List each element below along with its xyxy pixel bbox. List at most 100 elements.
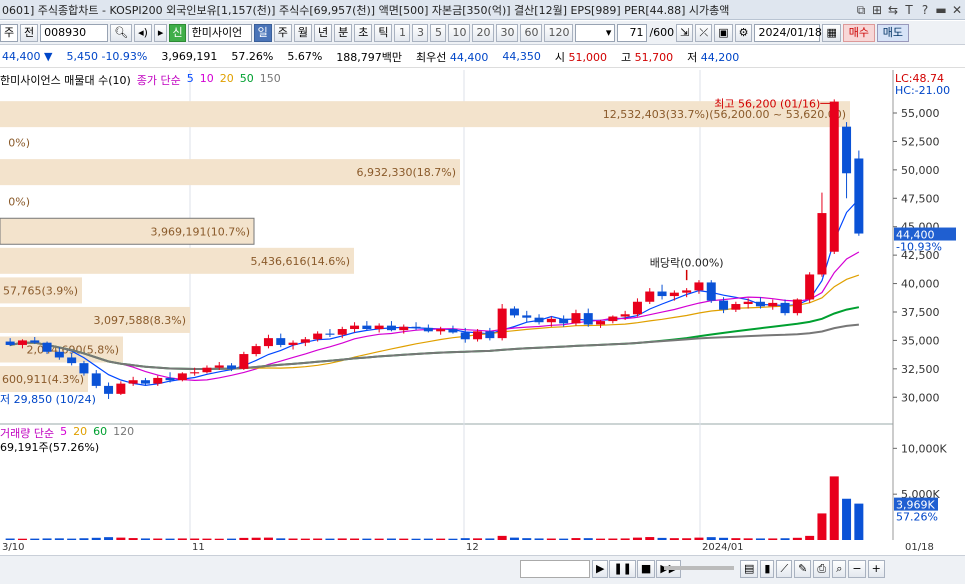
candle-body — [140, 380, 150, 384]
interval-select[interactable]: ▾ — [575, 23, 616, 42]
cross-icon[interactable]: ⤫ — [695, 23, 713, 42]
open-label: 시 — [554, 50, 566, 64]
candle-body — [362, 325, 372, 330]
volume-bar — [116, 537, 126, 540]
ask-price: 44,400 — [449, 50, 489, 64]
prev-button[interactable]: 전 — [20, 23, 39, 42]
link-icon[interactable]: ⇆ — [885, 3, 901, 17]
calendar-icon[interactable]: ▦ — [822, 23, 841, 42]
interval-10[interactable]: 10 — [448, 23, 471, 42]
volume-bar — [67, 538, 77, 540]
bottom-tools: ▤ ▮ ⟋ ✎ ⎙ ⌕ − + — [740, 560, 885, 578]
volume-bar — [854, 503, 864, 540]
volume-bar — [227, 538, 237, 540]
grid-icon[interactable]: ▤ — [740, 560, 759, 578]
period-second[interactable]: 초 — [354, 23, 373, 42]
volume-bar — [448, 538, 458, 540]
volume-bar — [202, 538, 212, 540]
period-day[interactable]: 일 — [253, 23, 272, 42]
text-icon[interactable]: T — [901, 3, 917, 17]
market-select[interactable]: 주 — [0, 23, 18, 42]
volume-profile-label: 57,765(3.9%) — [3, 284, 78, 297]
count-input[interactable]: 71 — [617, 23, 648, 42]
window-buttons: ⧉ ⊞ ⇆ T ? ▬ ✕ — [853, 0, 965, 20]
candle-body — [153, 377, 163, 384]
layout-icon[interactable]: ⊞ — [869, 3, 885, 17]
volume-bar — [497, 535, 507, 540]
interval-3[interactable]: 3 — [412, 23, 429, 42]
tool-icon[interactable]: ✎ — [794, 560, 812, 578]
minimize-icon[interactable]: ▬ — [933, 3, 949, 17]
period-tick[interactable]: 틱 — [374, 23, 393, 42]
plus-icon[interactable]: + — [867, 560, 885, 578]
sound-icon[interactable]: ◂) — [134, 23, 152, 42]
price-bar: 44,400 ▼ 5,450 -10.93% 3,969,191 57.26% … — [0, 46, 965, 68]
close-icon[interactable]: ✕ — [949, 3, 965, 17]
volume-bar — [251, 537, 261, 540]
volume-bar — [460, 538, 470, 540]
zoom-slider[interactable] — [664, 566, 734, 570]
save-icon[interactable]: ▣ — [714, 23, 733, 42]
best-quote: 최우선 44,400 — [416, 49, 488, 65]
restore-icon[interactable]: ⧉ — [853, 3, 869, 18]
volume-bar — [54, 538, 64, 540]
date-input[interactable]: 2024/01/18 — [754, 23, 822, 42]
period-month[interactable]: 월 — [293, 23, 312, 42]
candle-body — [91, 373, 101, 386]
volume-bar — [620, 538, 630, 540]
volume-profile-label: 6,932,330(18.7%) — [356, 166, 456, 179]
period-week[interactable]: 주 — [273, 23, 292, 42]
volume-bar — [79, 538, 89, 540]
help-icon[interactable]: ? — [917, 3, 933, 17]
interval-5[interactable]: 5 — [430, 23, 447, 42]
stock-code-input[interactable]: 008930 — [40, 23, 109, 42]
period-minute[interactable]: 분 — [334, 23, 353, 42]
price-value: 44,400 — [2, 50, 41, 63]
interval-30[interactable]: 30 — [496, 23, 519, 42]
candle-body — [374, 325, 384, 330]
stock-chart[interactable]: 12,532,403(33.7%)(56,200.00 ~ 53,620.00)… — [0, 70, 965, 540]
volume-profile-label: 3,097,588(8.3%) — [93, 314, 186, 327]
interval-60[interactable]: 60 — [520, 23, 543, 42]
legend-ma-5: 5 — [186, 72, 194, 85]
minus-icon[interactable]: − — [848, 560, 866, 578]
candle-body — [571, 313, 581, 324]
volume-bar — [706, 537, 716, 540]
candle-icon[interactable]: ▮ — [760, 560, 775, 578]
current-volume-pct: 57.26% — [896, 511, 938, 524]
candle-body — [79, 363, 89, 374]
search-icon[interactable]: ⌕ — [832, 560, 847, 578]
volume-bar — [337, 538, 347, 540]
sell-button[interactable]: 매도 — [876, 23, 909, 42]
candle-body — [706, 282, 716, 301]
search-icon[interactable]: 🔍︎ — [110, 23, 133, 42]
candle-body — [719, 300, 729, 310]
arrow-icon[interactable]: ▸ — [153, 23, 168, 42]
pause-icon[interactable]: ❚❚ — [609, 560, 636, 578]
date-axis: 3/10 11 12 2024/01 01/18 — [0, 541, 965, 555]
candle-body — [227, 365, 237, 369]
volume-bar — [657, 537, 667, 540]
volume-profile-label: 0%) — [8, 137, 30, 150]
chart-tool-icon[interactable]: ⇲ — [676, 23, 694, 42]
volume-bar — [632, 537, 642, 540]
down-arrow-icon: ▼ — [44, 50, 53, 63]
play-icon[interactable]: ▶ — [592, 560, 609, 578]
price-tick-label: 50,000 — [901, 164, 940, 177]
price-tick-label: 47,500 — [901, 192, 940, 205]
date-label: 12 — [466, 542, 479, 553]
scrollbar[interactable] — [520, 560, 590, 578]
interval-120[interactable]: 120 — [544, 23, 574, 42]
buy-button[interactable]: 매수 — [842, 23, 875, 42]
print-icon[interactable]: ⎙ — [813, 560, 831, 578]
line-icon[interactable]: ⟋ — [776, 560, 793, 578]
interval-1[interactable]: 1 — [394, 23, 411, 42]
volume-bar — [805, 535, 815, 540]
gear-icon[interactable]: ⚙ — [734, 23, 753, 42]
interval-20[interactable]: 20 — [472, 23, 495, 42]
period-year[interactable]: 년 — [313, 23, 333, 42]
stop-icon[interactable]: ■ — [636, 560, 656, 578]
dividend-annotation: 배당락(0.00%) — [650, 257, 724, 270]
volume-bar — [190, 538, 200, 540]
volume-bar — [546, 538, 556, 540]
